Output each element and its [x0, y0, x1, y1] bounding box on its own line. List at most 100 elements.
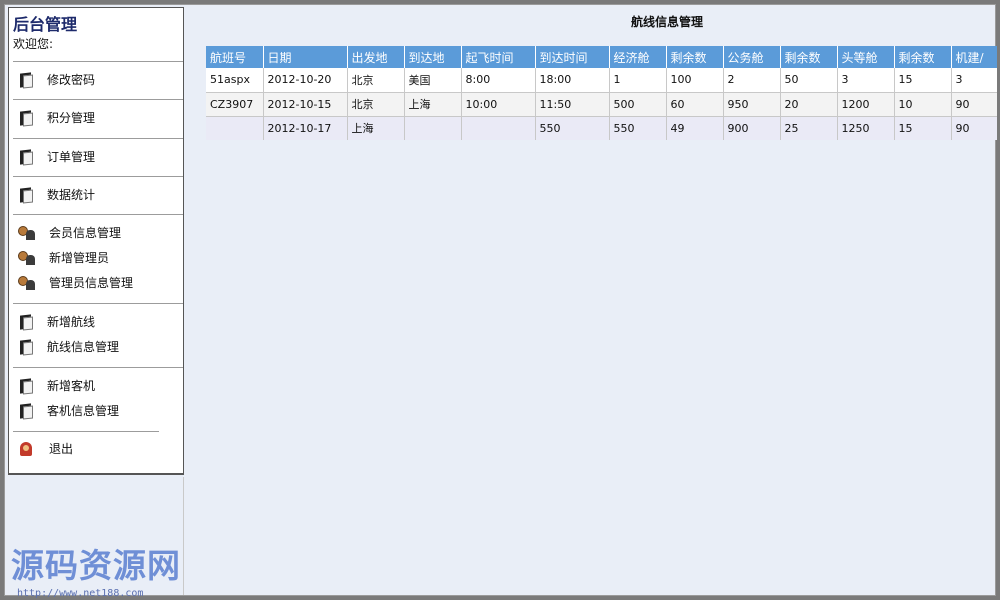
menu-separator — [13, 99, 183, 100]
table-cell: 25 — [780, 116, 838, 140]
table-cell: 11:50 — [535, 92, 610, 117]
table-row[interactable]: 2012-10-17 上海 550 550 49 900 25 1250 15 … — [206, 116, 997, 140]
menu-separator — [13, 303, 183, 304]
welcome-text: 欢迎您: — [13, 37, 54, 51]
menu-item-add-admin[interactable]: 新增管理员 — [9, 245, 183, 270]
column-header: 日期 — [263, 46, 348, 68]
table-row[interactable]: 51aspx 2012-10-20 北京 美国 8:00 18:00 1 100… — [206, 68, 997, 93]
column-header: 航班号 — [206, 46, 264, 68]
column-header: 起飞时间 — [461, 46, 536, 68]
route-table-container: 航班号 日期 出发地 到达地 起飞时间 到达时间 经济舱 剩余数 公务舱 剩余数… — [206, 46, 997, 140]
menu-item-admin-info[interactable]: 管理员信息管理 — [9, 270, 183, 295]
table-cell: 950 — [723, 92, 781, 117]
table-cell: 500 — [609, 92, 667, 117]
menu-item-label: 新增管理员 — [49, 251, 110, 265]
menu-item-label: 管理员信息管理 — [49, 276, 134, 290]
table-cell: 550 — [609, 116, 667, 140]
menu-item-label: 新增航线 — [47, 315, 96, 329]
document-icon — [17, 403, 35, 419]
menu-item-route-info[interactable]: 航线信息管理 — [9, 334, 183, 359]
table-cell: 49 — [666, 116, 724, 140]
table-cell: 北京 — [347, 68, 405, 93]
table-cell: 15 — [894, 116, 952, 140]
table-header-row: 航班号 日期 出发地 到达地 起飞时间 到达时间 经济舱 剩余数 公务舱 剩余数… — [206, 46, 997, 68]
user-icon — [17, 225, 37, 241]
menu-item-add-route[interactable]: 新增航线 — [9, 309, 183, 334]
menu-item-logout[interactable]: 退出 — [9, 436, 183, 461]
table-cell: 2012-10-17 — [263, 116, 348, 140]
document-icon — [17, 110, 35, 126]
table-cell: 10 — [894, 92, 952, 117]
table-row[interactable]: CZ3907 2012-10-15 北京 上海 10:00 11:50 500 … — [206, 92, 997, 117]
menu-group-orders: 订单管理 — [9, 144, 183, 169]
menu-item-change-password[interactable]: 修改密码 — [9, 67, 183, 92]
menu-item-label: 航线信息管理 — [47, 340, 120, 354]
watermark-url: http://www.net188.com — [17, 588, 144, 599]
user-icon — [17, 250, 37, 266]
table-cell: 90 — [951, 116, 997, 140]
menu-item-member-info[interactable]: 会员信息管理 — [9, 220, 183, 245]
menu-item-label: 数据统计 — [47, 188, 96, 202]
page-title: 航线信息管理 — [631, 15, 704, 29]
table-cell: 上海 — [347, 116, 405, 140]
table-cell: 550 — [535, 116, 610, 140]
column-header: 剩余数 — [780, 46, 838, 68]
watermark-text: 源码资源网 — [11, 546, 181, 585]
menu-group-statistics: 数据统计 — [9, 182, 183, 207]
table-cell: 8:00 — [461, 68, 536, 93]
column-header: 头等舱 — [837, 46, 895, 68]
menu-separator — [13, 431, 159, 432]
app-frame: 后台管理 欢迎您: 修改密码 积分管理 订单管理 数据统计 会员信息管理 新增管… — [4, 4, 997, 599]
table-cell: 3 — [837, 68, 895, 93]
table-cell: 50 — [780, 68, 838, 93]
menu-group-points: 积分管理 — [9, 105, 183, 130]
table-cell: 10:00 — [461, 92, 536, 117]
column-header: 到达地 — [404, 46, 462, 68]
menu-item-add-aircraft[interactable]: 新增客机 — [9, 373, 183, 398]
menu-item-order-management[interactable]: 订单管理 — [9, 144, 183, 169]
table-cell: 51aspx — [206, 68, 264, 93]
menu-group-members: 会员信息管理 新增管理员 管理员信息管理 — [9, 220, 183, 295]
menu-separator — [13, 176, 183, 177]
sidebar: 后台管理 欢迎您: 修改密码 积分管理 订单管理 数据统计 会员信息管理 新增管… — [8, 7, 184, 475]
table-cell: 100 — [666, 68, 724, 93]
table-cell: 900 — [723, 116, 781, 140]
table-cell: 1200 — [837, 92, 895, 117]
menu-item-data-statistics[interactable]: 数据统计 — [9, 182, 183, 207]
document-icon — [17, 314, 35, 330]
menu-group-routes: 新增航线 航线信息管理 — [9, 309, 183, 359]
column-header: 到达时间 — [535, 46, 610, 68]
table-cell: 1250 — [837, 116, 895, 140]
table-cell — [206, 116, 264, 140]
table-cell: 上海 — [404, 92, 462, 117]
menu-item-label: 积分管理 — [47, 111, 96, 125]
menu-separator — [13, 214, 183, 215]
column-header: 剩余数 — [894, 46, 952, 68]
menu-item-points-management[interactable]: 积分管理 — [9, 105, 183, 130]
column-header: 剩余数 — [666, 46, 724, 68]
document-icon — [17, 72, 35, 88]
table-cell: 2 — [723, 68, 781, 93]
table-cell: 20 — [780, 92, 838, 117]
admin-title: 后台管理 — [13, 15, 78, 34]
menu-group-aircraft: 新增客机 客机信息管理 — [9, 373, 183, 423]
menu-group-exit: 退出 — [9, 436, 183, 461]
document-icon — [17, 149, 35, 165]
table-cell: 60 — [666, 92, 724, 117]
column-header: 出发地 — [347, 46, 405, 68]
table-cell: 90 — [951, 92, 997, 117]
table-cell: 2012-10-20 — [263, 68, 348, 93]
table-cell: 北京 — [347, 92, 405, 117]
menu-item-label: 新增客机 — [47, 379, 96, 393]
menu-group-password: 修改密码 — [9, 67, 183, 92]
exit-icon — [17, 441, 37, 457]
table-cell — [461, 116, 536, 140]
menu-item-label: 修改密码 — [47, 73, 96, 87]
column-header: 公务舱 — [723, 46, 781, 68]
menu-item-label: 退出 — [49, 442, 74, 456]
table-cell: 1 — [609, 68, 667, 93]
menu-item-label: 客机信息管理 — [47, 404, 120, 418]
table-cell: 美国 — [404, 68, 462, 93]
menu-item-label: 订单管理 — [47, 150, 96, 164]
menu-item-aircraft-info[interactable]: 客机信息管理 — [9, 398, 183, 423]
